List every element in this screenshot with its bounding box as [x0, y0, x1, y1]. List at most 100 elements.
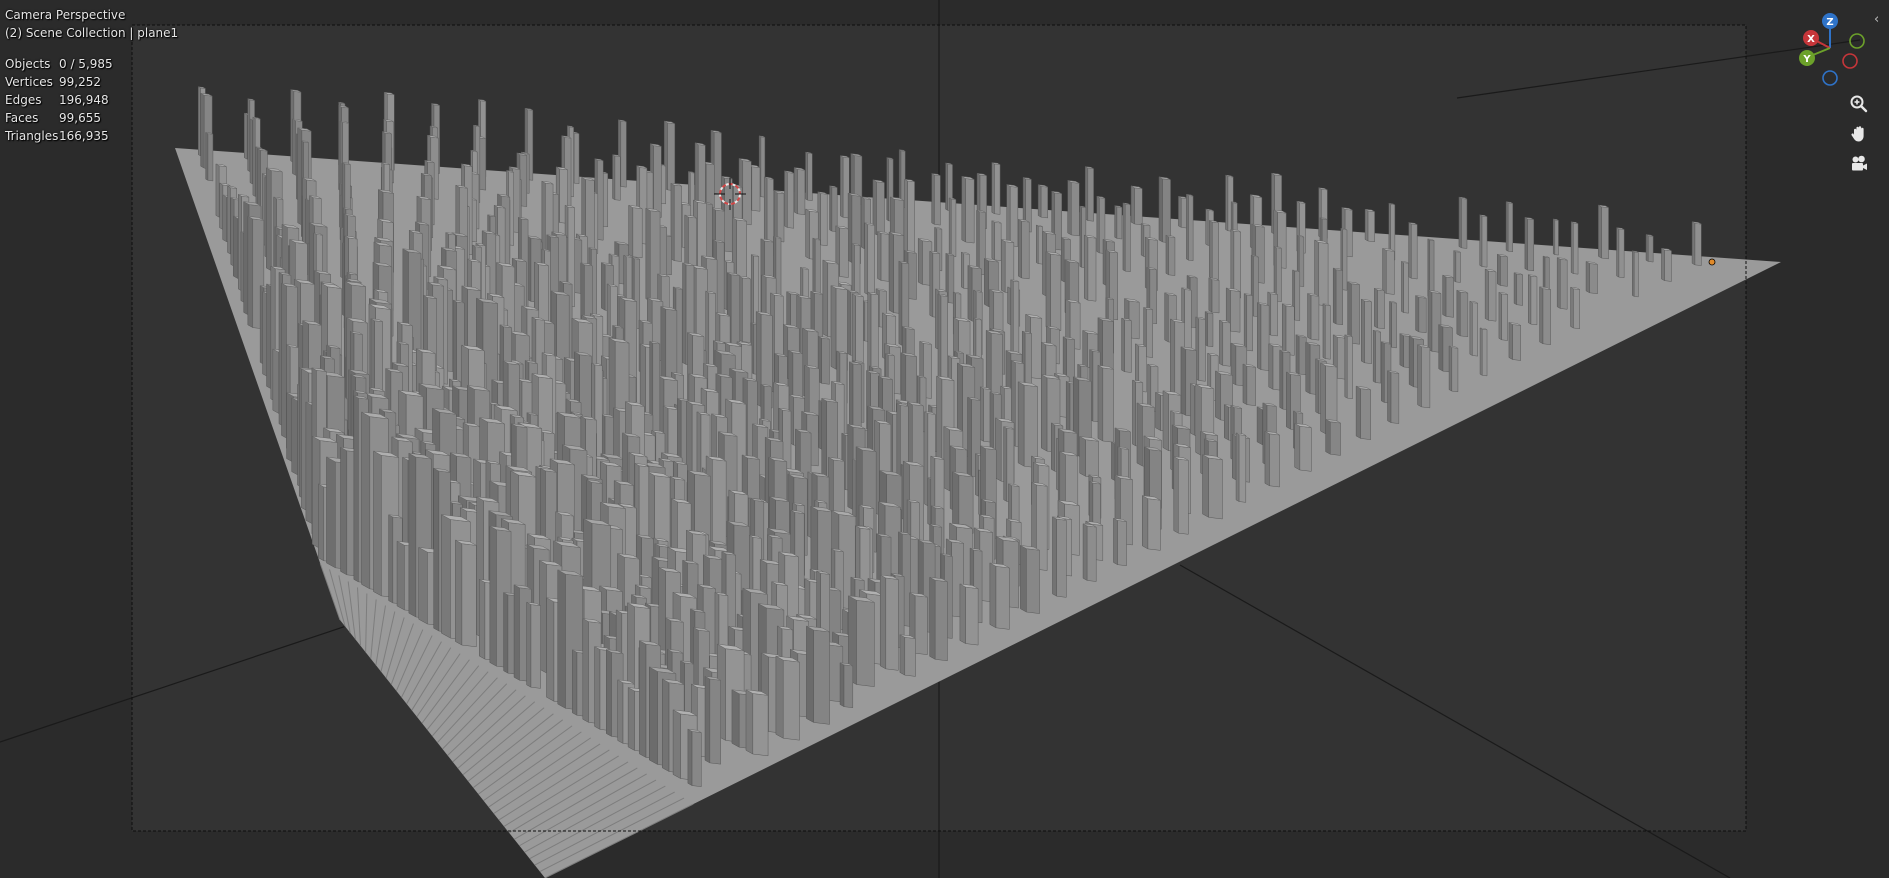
- building-side: [639, 640, 647, 758]
- building-face: [1386, 250, 1395, 295]
- building-face: [1390, 372, 1400, 424]
- building-face: [1507, 202, 1513, 253]
- camera-view-button[interactable]: [1846, 151, 1872, 177]
- building-side: [898, 260, 903, 346]
- building-side: [1408, 335, 1414, 388]
- building-face: [1364, 300, 1372, 364]
- stat-value: 0 / 5,985: [59, 57, 113, 71]
- building-face: [1233, 230, 1241, 299]
- building-side: [929, 250, 934, 318]
- building-side: [1178, 195, 1182, 228]
- building-face: [1573, 288, 1580, 330]
- building-face: [1198, 318, 1206, 382]
- building-face: [1134, 187, 1143, 226]
- building-side: [1294, 422, 1301, 471]
- building-side: [687, 728, 693, 786]
- building-side: [879, 574, 887, 670]
- building-face: [1346, 335, 1353, 400]
- zoom-button[interactable]: [1846, 91, 1872, 117]
- building-side: [1158, 176, 1163, 243]
- 3d-viewport[interactable]: Z X Y: [0, 0, 1889, 878]
- building-side: [1427, 289, 1433, 352]
- building-side: [361, 411, 371, 590]
- building-side: [1001, 239, 1006, 293]
- building-side: [1645, 234, 1649, 262]
- building-face: [994, 163, 1001, 215]
- building-face: [775, 237, 782, 302]
- building-side: [1180, 346, 1187, 416]
- building-face: [1445, 276, 1454, 318]
- building-side: [1052, 516, 1057, 597]
- sidebar-toggle-chevron-icon[interactable]: ‹: [1874, 12, 1879, 27]
- building-face: [1208, 457, 1223, 520]
- building-face: [1647, 235, 1654, 263]
- building-side: [1130, 185, 1135, 225]
- building-face: [1589, 263, 1598, 295]
- stat-row-vertices: Vertices 99,252: [5, 73, 113, 91]
- building-side: [1527, 274, 1532, 325]
- building-face: [821, 337, 830, 385]
- building-face: [1270, 293, 1278, 337]
- building-face: [1377, 289, 1385, 330]
- building-face: [965, 178, 975, 244]
- building-side: [1417, 344, 1422, 408]
- building-face: [1086, 525, 1097, 582]
- building-side: [1508, 322, 1513, 360]
- building-side: [1257, 302, 1262, 371]
- building-face: [1391, 302, 1397, 349]
- building-side: [281, 282, 287, 439]
- building-side: [805, 208, 810, 260]
- building-face: [831, 186, 838, 233]
- building-side: [1223, 404, 1229, 441]
- building-side: [1096, 195, 1100, 254]
- building-side: [1230, 229, 1235, 298]
- building-face: [1021, 220, 1030, 280]
- building-face: [713, 131, 722, 195]
- stat-label: Vertices: [5, 75, 53, 89]
- building-face: [807, 153, 813, 201]
- building-side: [1113, 517, 1118, 566]
- building-face: [1411, 223, 1418, 280]
- building-side: [937, 293, 942, 384]
- building-side: [991, 220, 995, 261]
- building-side: [1279, 349, 1284, 410]
- building-side: [340, 446, 348, 576]
- building-side: [388, 514, 394, 604]
- building-side: [731, 689, 740, 748]
- building-side: [200, 92, 205, 169]
- building-face: [776, 192, 785, 243]
- building-side: [1017, 381, 1025, 467]
- building-side: [1320, 362, 1326, 435]
- building-side: [233, 215, 239, 279]
- building-side: [1162, 390, 1169, 452]
- building-side: [1020, 544, 1027, 613]
- building-face: [1188, 195, 1194, 261]
- building-face: [1207, 312, 1214, 348]
- building-face: [1472, 302, 1478, 357]
- building-side: [222, 194, 227, 243]
- building-side: [513, 584, 520, 681]
- building-face: [994, 222, 1002, 261]
- pan-button[interactable]: [1846, 121, 1872, 147]
- building-face: [1146, 308, 1153, 358]
- building-face: [1162, 178, 1171, 244]
- building-face: [1125, 204, 1131, 272]
- building-side: [582, 618, 589, 723]
- building-side: [1382, 247, 1387, 294]
- building-side: [1208, 277, 1213, 313]
- building-face: [885, 577, 899, 671]
- building-side: [292, 118, 296, 176]
- building-face: [667, 122, 676, 192]
- building-side: [627, 687, 635, 751]
- building-side: [594, 646, 601, 730]
- building-side: [704, 675, 711, 764]
- building-side: [830, 285, 837, 370]
- building-face: [1481, 328, 1488, 377]
- building-side: [989, 562, 997, 629]
- building-face: [1527, 218, 1535, 272]
- building-side: [479, 578, 486, 660]
- building-side: [1442, 274, 1447, 317]
- building-face: [207, 133, 214, 182]
- building-side: [266, 167, 272, 272]
- stat-label: Triangles: [5, 129, 59, 143]
